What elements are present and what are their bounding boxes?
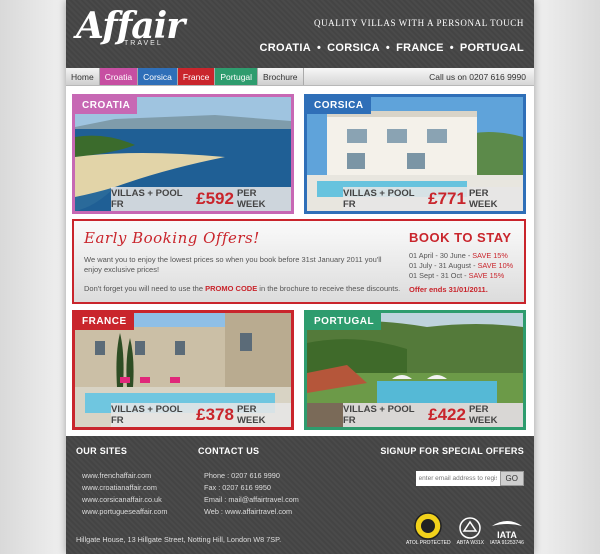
tile-corsica[interactable]: CORSICA VILLAS + POOL FR £771 PER WEEK	[304, 94, 526, 214]
nav-france[interactable]: France	[177, 68, 216, 85]
tile-label: CROATIA	[75, 97, 138, 114]
destination-link-france[interactable]: FRANCE	[396, 42, 444, 54]
tile-label: CORSICA	[307, 97, 371, 114]
price-prefix: VILLAS + POOL FR	[343, 188, 415, 210]
tile-label: PORTUGAL	[307, 313, 382, 330]
discount-line: 01 April - 30 June - SAVE 15%	[409, 251, 513, 261]
contact-list: Phone : 0207 616 9990 Fax : 0207 616 995…	[204, 470, 299, 518]
price-prefix: VILLAS + POOL FR	[111, 188, 183, 210]
contact-email[interactable]: Email : mail@affairtravel.com	[204, 494, 299, 506]
nav-bar: Home Croatia Corsica France Portugal Bro…	[66, 68, 534, 86]
nav-corsica[interactable]: Corsica	[138, 68, 178, 85]
signup-form: GO	[415, 471, 524, 486]
site-link[interactable]: www.frenchaffair.com	[82, 470, 167, 482]
site-link[interactable]: www.corsicanaffair.co.uk	[82, 494, 167, 506]
price-suffix: PER WEEK	[236, 404, 266, 426]
iata-badge-text: IATA 91253746	[490, 540, 524, 546]
contact-heading: CONTACT US	[198, 446, 260, 456]
discount-dates: 01 April - 30 June -	[409, 251, 471, 260]
header: Affair TRAVEL QUALITY VILLAS WITH A PERS…	[66, 0, 534, 68]
nav-home[interactable]: Home	[66, 68, 100, 85]
tile-portugal[interactable]: PORTUGAL VILLAS + POOL FR £422 PER WEEK	[304, 310, 526, 430]
price-bar: VILLAS + POOL FR £771 PER WEEK	[343, 187, 523, 211]
abta-badge-text: ABTA W31X	[456, 540, 484, 546]
site-link[interactable]: www.croatianaffair.com	[82, 482, 167, 494]
promo-text-pre: Don't forget you will need to use the	[84, 284, 204, 293]
tile-croatia[interactable]: CROATIA VILLAS + POOL FR £592 PER WEEK	[72, 94, 294, 214]
nav-croatia[interactable]: Croatia	[99, 68, 139, 85]
promo-text-post: in the brochure to receive these discoun…	[259, 284, 401, 293]
price-prefix: VILLAS + POOL FR	[343, 404, 415, 426]
destination-link-croatia[interactable]: CROATIA	[260, 42, 311, 54]
discount-list: 01 April - 30 June - SAVE 15% 01 July - …	[409, 251, 513, 281]
offers-promo-text: Don't forget you will need to use the PR…	[84, 284, 400, 293]
price-bar: VILLAS + POOL FR £422 PER WEEK	[343, 403, 523, 427]
destination-links: CROATIA • CORSICA • FRANCE • PORTUGAL	[260, 42, 524, 54]
discount-dates: 01 Sept - 31 Oct -	[409, 271, 467, 280]
separator-dot: •	[316, 42, 322, 54]
price-value: £592	[196, 189, 234, 208]
destination-link-portugal[interactable]: PORTUGAL	[460, 42, 524, 54]
go-button[interactable]: GO	[499, 471, 524, 486]
price-suffix: PER WEEK	[236, 188, 266, 210]
content: CROATIA VILLAS + POOL FR £592 PER WEEK C…	[66, 87, 534, 436]
separator-dot: •	[449, 42, 454, 54]
contact-phone: Phone : 0207 616 9990	[204, 471, 280, 480]
offer-ends: Offer ends 31/01/2011.	[409, 285, 488, 294]
nav-portugal[interactable]: Portugal	[215, 68, 259, 85]
promo-code: PROMO CODE	[205, 284, 258, 293]
discount-line: 01 Sept - 31 Oct - SAVE 15%	[409, 271, 513, 281]
logo-text: Affair	[76, 5, 185, 47]
nav-brochure[interactable]: Brochure	[258, 68, 304, 85]
email-input[interactable]	[415, 471, 500, 486]
sites-heading: OUR SITES	[76, 446, 128, 456]
separator-dot: •	[385, 42, 391, 54]
discount-save: SAVE 15%	[468, 271, 505, 280]
price-bar: VILLAS + POOL FR £378 PER WEEK	[111, 403, 291, 427]
price-value: £422	[428, 405, 466, 424]
price-prefix: VILLAS + POOL FR	[111, 404, 183, 426]
tile-france[interactable]: FRANCE VILLAS + POOL FR £378 PER WEEK	[72, 310, 294, 430]
atol-badge-text: ATOL PROTECTED	[405, 540, 451, 546]
contact-fax: Fax : 0207 616 9950	[204, 483, 271, 492]
logo[interactable]: Affair TRAVEL	[76, 5, 185, 47]
offers-title: Early Booking Offers!	[84, 229, 260, 247]
site-link[interactable]: www.portugueseaffair.com	[82, 506, 167, 518]
early-booking-offers[interactable]: Early Booking Offers! We want you to enj…	[72, 219, 526, 304]
price-value: £378	[196, 405, 234, 424]
price-suffix: PER WEEK	[468, 404, 498, 426]
accreditation-badges: ATOL PROTECTED ABTA W31X IATA IATA 91253…	[406, 512, 524, 546]
page: Affair TRAVEL QUALITY VILLAS WITH A PERS…	[66, 0, 534, 554]
price-suffix: PER WEEK	[468, 188, 498, 210]
footer: OUR SITES CONTACT US SIGNUP FOR SPECIAL …	[66, 436, 534, 554]
book-to-stay-title: BOOK TO STAY	[409, 230, 512, 245]
sites-list: www.frenchaffair.com www.croatianaffair.…	[82, 470, 167, 518]
company-address: Hillgate House, 13 Hillgate Street, Nott…	[76, 535, 282, 544]
price-bar: VILLAS + POOL FR £592 PER WEEK	[111, 187, 291, 211]
destination-link-corsica[interactable]: CORSICA	[327, 42, 380, 54]
discount-save: SAVE 10%	[477, 261, 514, 270]
offers-text: We want you to enjoy the lowest prices s…	[84, 255, 382, 274]
signup-heading: SIGNUP FOR SPECIAL OFFERS	[380, 446, 524, 456]
price-value: £771	[428, 189, 466, 208]
tagline: QUALITY VILLAS WITH A PERSONAL TOUCH	[313, 18, 524, 28]
discount-save: SAVE 15%	[472, 251, 508, 260]
contact-web[interactable]: Web : www.affairtravel.com	[204, 506, 299, 518]
tile-label: FRANCE	[75, 313, 134, 330]
iata-badge-icon: IATA IATA 91253746	[490, 516, 524, 546]
atol-badge-icon: ATOL PROTECTED	[406, 512, 451, 546]
discount-line: 01 July - 31 August - SAVE 10%	[409, 261, 513, 271]
discount-dates: 01 July - 31 August -	[409, 261, 476, 270]
svg-text:IATA: IATA	[497, 530, 517, 540]
abta-badge-icon: ABTA W31X	[457, 516, 484, 546]
nav-phone: Call us on 0207 616 9990	[429, 72, 526, 82]
